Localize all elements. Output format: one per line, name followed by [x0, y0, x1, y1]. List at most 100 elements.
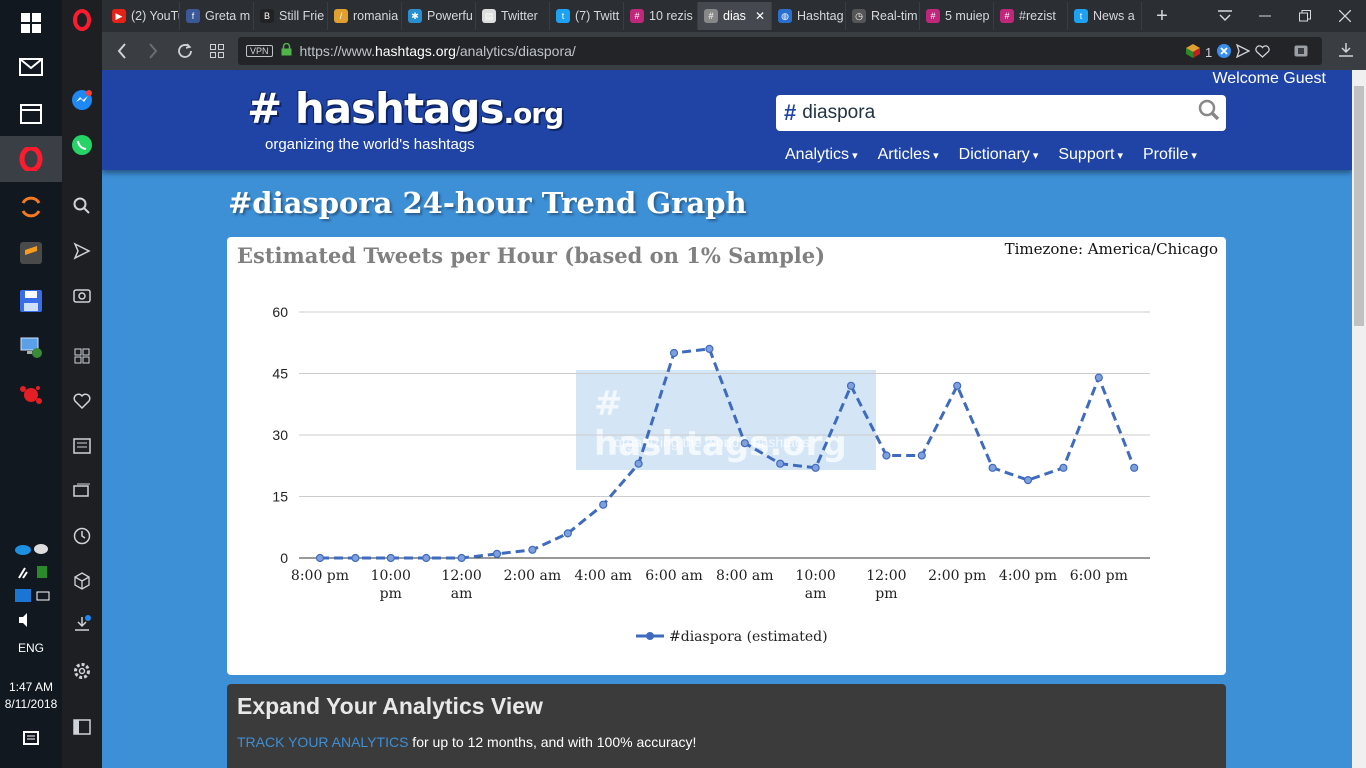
data-point [988, 463, 997, 472]
close-tab-icon[interactable]: ✕ [755, 9, 765, 23]
send-page-icon[interactable] [1236, 43, 1251, 61]
tab-4[interactable]: ✱ Powerfu [402, 2, 476, 30]
box-drive-icon[interactable] [0, 588, 62, 607]
tab-2[interactable]: B Still Frie [254, 2, 328, 30]
mail-icon[interactable] [0, 44, 62, 90]
close-window-icon[interactable] [1325, 0, 1365, 32]
lock-icon[interactable] [281, 42, 292, 59]
tab-3[interactable]: / romania [328, 2, 402, 30]
tab-5[interactable]: ▤ Twitter [476, 2, 550, 30]
network-icon[interactable] [0, 564, 62, 583]
splat-app-icon[interactable] [0, 372, 62, 418]
adblock-count[interactable]: 1 [1205, 45, 1212, 60]
send-icon[interactable] [62, 231, 102, 271]
x-tick-label: 8:00 pm [291, 568, 349, 584]
speed-dial-icon[interactable] [62, 336, 102, 376]
tab-label: romania [353, 9, 399, 23]
clock-time[interactable]: 1:47 AM [0, 680, 62, 694]
tab-6[interactable]: t (7) Twitt [550, 2, 624, 30]
data-point [811, 463, 820, 472]
download-icon[interactable] [1338, 42, 1354, 63]
x-tick-label: 10:00 [795, 568, 835, 584]
web-page: # hashtags.org organizing the world's ha… [102, 70, 1352, 768]
extensions-icon[interactable] [62, 561, 102, 601]
tab-12[interactable]: # #rezist [994, 2, 1068, 30]
menu-articles[interactable]: Articles [878, 146, 939, 164]
whatsapp-icon[interactable] [62, 125, 102, 165]
restore-icon[interactable] [1285, 0, 1325, 32]
new-tab-plus-icon[interactable]: + [1142, 0, 1182, 32]
menu-analytics[interactable]: Analytics [785, 146, 858, 164]
tab-8[interactable]: # dias ✕ [698, 2, 772, 30]
camera-icon[interactable] [62, 275, 102, 315]
hashtag-search-input[interactable] [802, 102, 1173, 124]
y-tick-label: 0 [280, 550, 288, 566]
tab-label: Hashtag [797, 9, 844, 23]
adblock-icon[interactable] [1217, 44, 1232, 61]
vpn-badge[interactable]: VPN [246, 45, 273, 57]
tabs-icon[interactable] [62, 471, 102, 511]
clock-date[interactable]: 8/11/2018 [0, 697, 62, 711]
y-tick-label: 45 [272, 366, 288, 382]
url-field[interactable]: VPN https://www. hashtags.org/analytics/d… [238, 37, 1322, 65]
heart-icon[interactable] [62, 381, 102, 421]
back-icon[interactable] [107, 36, 137, 66]
tab-1[interactable]: f Greta m [180, 2, 254, 30]
data-point [634, 459, 643, 468]
scrollbar-thumb[interactable] [1354, 86, 1364, 326]
sidebar-toggle-icon[interactable] [62, 707, 102, 747]
menu-support[interactable]: Support [1058, 146, 1123, 164]
search-icon[interactable] [1198, 99, 1220, 127]
forward-icon[interactable] [138, 36, 168, 66]
tab-grid-icon[interactable] [202, 36, 232, 66]
calendar-icon[interactable] [0, 90, 62, 136]
tab-0[interactable]: ▶ (2) YouTube [106, 2, 180, 30]
menu-dictionary[interactable]: Dictionary [959, 146, 1039, 164]
y-tick-label: 15 [272, 489, 288, 505]
search-icon[interactable] [62, 186, 102, 226]
site-logo[interactable]: # hashtags.org [247, 84, 564, 133]
tab-menu-icon[interactable] [1205, 0, 1245, 32]
bbc-icon: B [260, 9, 274, 23]
tab-label: #rezist [1019, 9, 1056, 23]
extension-cube-icon[interactable] [1186, 44, 1200, 61]
messenger-icon[interactable] [62, 80, 102, 120]
tab-label: 10 rezis [649, 9, 693, 23]
remote-desktop-icon[interactable] [0, 324, 62, 370]
opera-menu-icon[interactable] [62, 0, 102, 40]
windows-start-icon[interactable] [0, 0, 62, 46]
menu-profile[interactable]: Profile [1143, 146, 1197, 164]
news-icon[interactable] [62, 426, 102, 466]
track-analytics-link[interactable]: TRACK YOUR ANALYTICS [237, 734, 408, 750]
tab-10[interactable]: ◷ Real-tim [846, 2, 920, 30]
minimize-icon[interactable] [1245, 0, 1285, 32]
tab-13[interactable]: t News a [1068, 2, 1142, 30]
opera-sidebar [62, 0, 102, 768]
x-tick-label: am [451, 586, 473, 602]
tab-11[interactable]: #5 muiep [920, 2, 994, 30]
settings-gear-icon[interactable] [62, 651, 102, 691]
reload-icon[interactable] [170, 36, 200, 66]
tab-7[interactable]: #10 rezis [624, 2, 698, 30]
x-tick-label: 12:00 [866, 568, 906, 584]
opera-icon[interactable] [0, 136, 62, 182]
downloads-icon[interactable] [62, 604, 102, 644]
volume-icon[interactable] [0, 612, 62, 631]
onedrive-icon[interactable] [0, 540, 62, 559]
tab-9[interactable]: ◍ Hashtag [772, 2, 846, 30]
snapshot-icon[interactable] [1294, 44, 1308, 62]
tab-label: Twitter [501, 9, 538, 23]
spinner-app-icon[interactable] [0, 184, 62, 230]
save-disk-icon[interactable] [0, 278, 62, 324]
site-header: # hashtags.org organizing the world's ha… [102, 70, 1352, 170]
tab-label: Greta m [205, 9, 251, 23]
data-point [917, 451, 926, 460]
language-indicator[interactable]: ENG [0, 641, 62, 655]
tab-label: Real-tim [871, 9, 918, 23]
notifications-icon[interactable] [0, 730, 62, 751]
bookmark-heart-icon[interactable] [1255, 44, 1270, 61]
page-scrollbar[interactable] [1352, 70, 1366, 768]
globe-icon: ◍ [778, 9, 792, 23]
sublime-text-icon[interactable] [0, 230, 62, 276]
history-icon[interactable] [62, 516, 102, 556]
